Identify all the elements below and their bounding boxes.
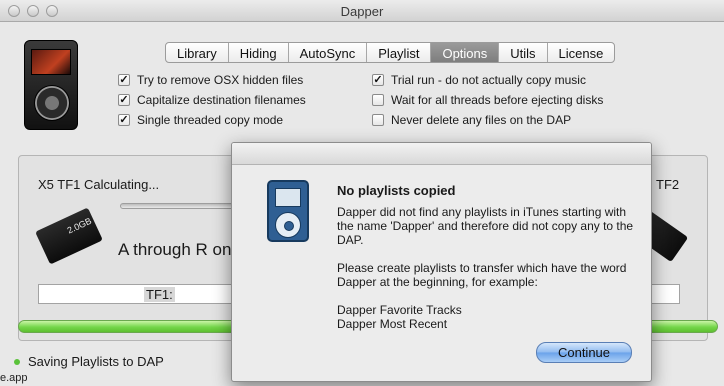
dialog-message-line: Please create playlists to transfer whic…	[337, 261, 627, 289]
footer-status: Saving Playlists to DAP	[14, 354, 164, 369]
dialog-message-line: Dapper did not find any playlists in iTu…	[337, 205, 634, 247]
checkbox-remove-hidden-files[interactable]: ✓	[118, 74, 130, 86]
tf1-label: TF1:	[144, 287, 175, 302]
checkbox-capitalize-filenames[interactable]: ✓	[118, 94, 130, 106]
tab-hiding[interactable]: Hiding	[229, 43, 289, 62]
dap-player-icon	[24, 40, 78, 130]
dialog-title-bar	[232, 143, 651, 165]
dialog-example: Dapper Favorite Tracks	[337, 303, 462, 317]
option-label: Wait for all threads before ejecting dis…	[391, 93, 604, 107]
tab-autosync[interactable]: AutoSync	[289, 43, 368, 62]
app-window: Dapper Library Hiding AutoSync Playlist …	[0, 0, 724, 386]
option-label: Trial run - do not actually copy music	[391, 73, 586, 87]
alert-dialog: No playlists copied Dapper did not find …	[231, 142, 652, 382]
left-device-status: X5 TF1 Calculating...	[38, 177, 160, 192]
tab-playlist[interactable]: Playlist	[367, 43, 432, 62]
right-device-status: TF2	[656, 177, 680, 192]
sd-card-label: 2.0GB	[65, 215, 94, 236]
window-title: Dapper	[340, 4, 384, 19]
options-right-column: ✓ Trial run - do not actually copy music…	[372, 70, 603, 130]
option-single-threaded[interactable]: ✓ Single threaded copy mode	[118, 110, 306, 130]
footer-file-text: e.app	[0, 372, 28, 384]
option-capitalize-filenames[interactable]: ✓ Capitalize destination filenames	[118, 90, 306, 110]
tab-library[interactable]: Library	[166, 43, 229, 62]
option-label: Try to remove OSX hidden files	[137, 73, 304, 87]
option-label: Capitalize destination filenames	[137, 93, 306, 107]
ipod-icon	[267, 180, 309, 242]
progress-slider	[120, 203, 235, 209]
option-label: Never delete any files on the DAP	[391, 113, 572, 127]
status-dot-icon	[14, 358, 20, 365]
tab-utils[interactable]: Utils	[499, 43, 548, 62]
options-left-column: ✓ Try to remove OSX hidden files ✓ Capit…	[118, 70, 306, 130]
checkbox-trial-run[interactable]: ✓	[372, 74, 384, 86]
option-label: Single threaded copy mode	[137, 113, 284, 127]
tab-license[interactable]: License	[548, 43, 615, 62]
dialog-message: Dapper did not find any playlists in iTu…	[337, 205, 637, 331]
checkbox-single-threaded[interactable]: ✓	[118, 114, 130, 126]
option-remove-hidden-files[interactable]: ✓ Try to remove OSX hidden files	[118, 70, 306, 90]
dialog-example: Dapper Most Recent	[337, 317, 448, 331]
current-range-text: A through R on	[118, 240, 232, 259]
dialog-title: No playlists copied	[337, 183, 456, 198]
continue-button[interactable]: Continue	[536, 342, 632, 363]
tab-options[interactable]: Options	[431, 43, 500, 62]
footer-status-text: Saving Playlists to DAP	[28, 354, 164, 369]
checkbox-never-delete[interactable]	[372, 114, 384, 126]
option-wait-threads[interactable]: Wait for all threads before ejecting dis…	[372, 90, 603, 110]
title-bar: Dapper	[0, 0, 724, 22]
checkbox-wait-threads[interactable]	[372, 94, 384, 106]
tab-bar: Library Hiding AutoSync Playlist Options…	[165, 42, 616, 63]
option-never-delete[interactable]: Never delete any files on the DAP	[372, 110, 603, 130]
option-trial-run[interactable]: ✓ Trial run - do not actually copy music	[372, 70, 603, 90]
